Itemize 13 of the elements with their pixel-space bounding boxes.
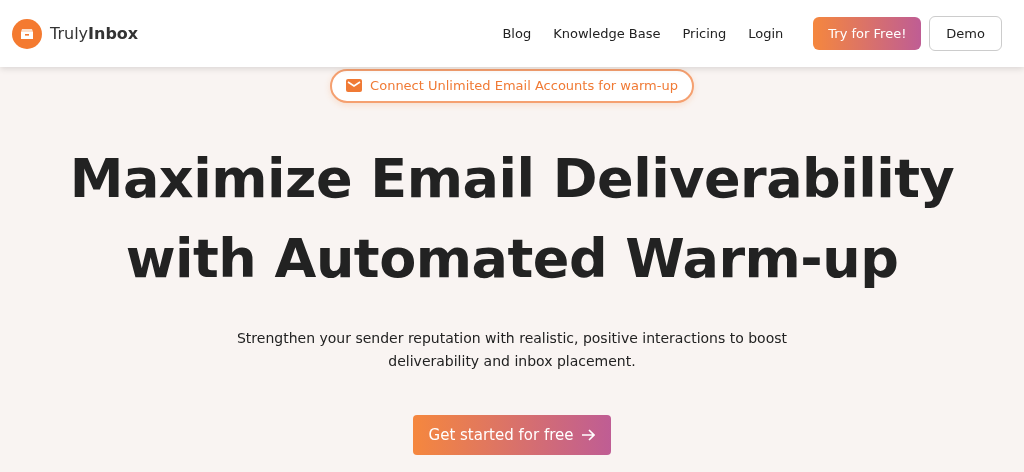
hero-subtitle: deliverability and inbox placement. [387, 351, 637, 371]
nav-link[interactable]: Login [748, 23, 784, 44]
logo-icon [12, 18, 42, 49]
hero-title: Maximize Email Deliverability [69, 145, 955, 212]
arrow-icon [581, 428, 596, 441]
mail-icon [346, 79, 363, 93]
demo-button[interactable]: Demo [929, 15, 1002, 52]
nav-link[interactable]: Knowledge Base [553, 23, 661, 44]
nav-link[interactable]: Blog [502, 23, 532, 44]
nav-link[interactable]: Pricing [682, 23, 727, 44]
hero-title: with Automated Warm-up [124, 225, 900, 292]
hero-subtitle: Strengthen your sender reputation with realistic, positive interactions to boost [236, 328, 787, 348]
brand-name[interactable]: TrulyInbox [50, 21, 139, 46]
